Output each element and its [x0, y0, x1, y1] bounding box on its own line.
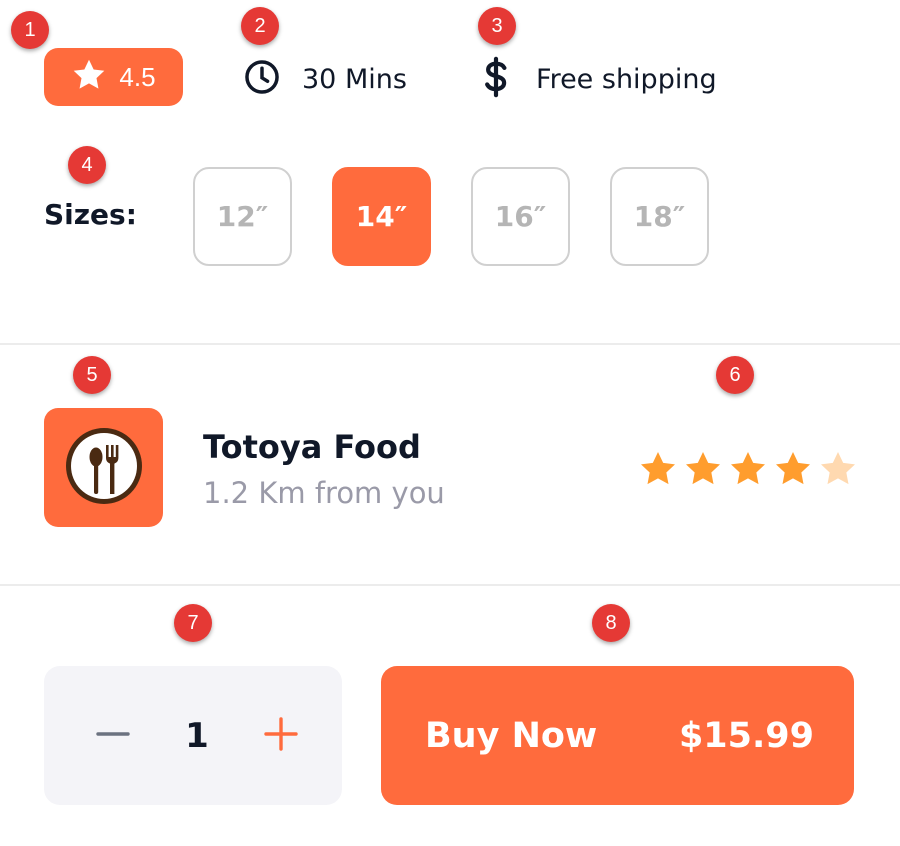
size-option-14[interactable]: 14″	[332, 167, 431, 266]
quantity-stepper: 1	[44, 666, 342, 805]
star-icon	[683, 449, 723, 493]
size-option-16[interactable]: 16″	[471, 167, 570, 266]
buy-now-label: Buy Now	[425, 715, 598, 756]
annotation-marker-4: 4	[68, 146, 106, 184]
annotation-marker-6: 6	[716, 356, 754, 394]
price-label: $15.99	[678, 715, 814, 756]
annotation-marker-7: 7	[174, 604, 212, 642]
star-icon	[71, 57, 107, 97]
star-icon	[773, 449, 813, 493]
delivery-time-text: 30 Mins	[302, 63, 407, 95]
annotation-marker-2: 2	[241, 7, 279, 45]
annotation-marker-1: 1	[11, 11, 49, 49]
minus-icon	[96, 731, 130, 736]
quantity-value: 1	[185, 715, 209, 756]
annotation-marker-5: 5	[73, 356, 111, 394]
spoon-fork-icon	[63, 425, 145, 511]
store-rating	[638, 449, 858, 493]
dollar-icon	[482, 56, 510, 102]
delivery-time: 30 Mins	[243, 58, 407, 100]
divider	[0, 343, 900, 345]
store-logo[interactable]	[44, 408, 163, 527]
buy-now-button[interactable]: Buy Now $15.99	[381, 666, 854, 805]
shipping-info: Free shipping	[482, 56, 717, 102]
divider	[0, 584, 900, 586]
annotation-marker-8: 8	[592, 604, 630, 642]
decrement-button[interactable]	[96, 717, 130, 755]
rating-value: 4.5	[119, 61, 156, 92]
sizes-label: Sizes:	[44, 198, 137, 231]
size-option-18[interactable]: 18″	[610, 167, 709, 266]
star-icon	[728, 449, 768, 493]
plus-icon	[264, 716, 298, 751]
size-option-12[interactable]: 12″	[193, 167, 292, 266]
star-empty-icon	[818, 449, 858, 493]
clock-icon	[243, 58, 281, 100]
shipping-text: Free shipping	[536, 63, 717, 95]
star-icon	[638, 449, 678, 493]
increment-button[interactable]	[264, 716, 298, 755]
store-distance: 1.2 Km from you	[203, 476, 445, 510]
annotation-marker-3: 3	[478, 7, 516, 45]
rating-badge: 4.5	[44, 48, 183, 106]
store-name[interactable]: Totoya Food	[203, 428, 421, 466]
